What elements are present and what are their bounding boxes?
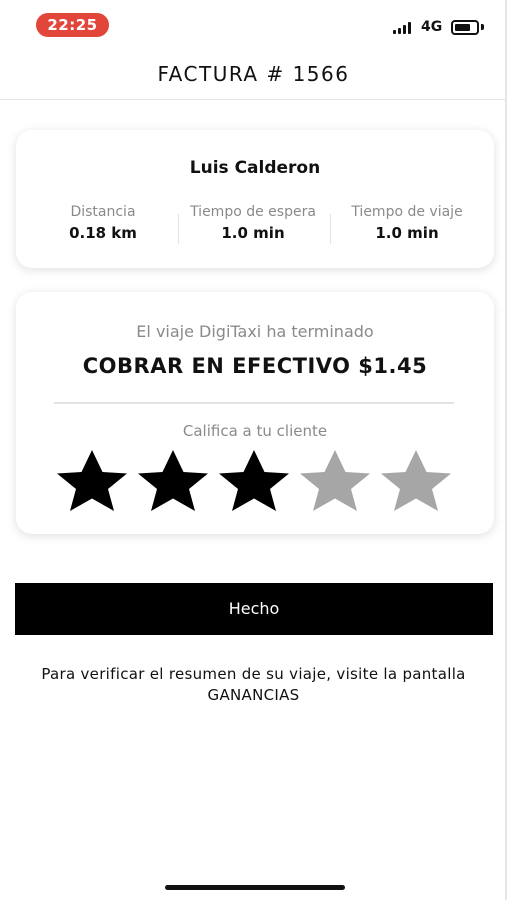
divider (54, 402, 454, 404)
stat-value: 1.0 min (375, 224, 439, 242)
trip-status: El viaje DigiTaxi ha terminado (136, 322, 374, 341)
stat-label: Tiempo de viaje (351, 204, 463, 220)
home-indicator (165, 885, 345, 890)
star-filled-icon[interactable] (133, 448, 213, 512)
stat-wait-time: Tiempo de espera 1.0 min (178, 204, 328, 242)
page-title: FACTURA # 1566 (157, 62, 350, 86)
stat-value: 0.18 km (69, 224, 137, 242)
trip-result-card: El viaje DigiTaxi ha terminado COBRAR EN… (16, 292, 494, 534)
stat-value: 1.0 min (221, 224, 285, 242)
rating-stars[interactable] (52, 448, 458, 514)
footer-note: Para verificar el resumen de su viaje, v… (41, 665, 466, 704)
signal-icon (393, 22, 413, 34)
star-empty-icon[interactable] (295, 448, 375, 512)
stat-label: Tiempo de espera (190, 204, 316, 220)
battery-icon (451, 20, 479, 35)
cash-amount: COBRAR EN EFECTIVO $1.45 (82, 354, 428, 378)
stat-trip-time: Tiempo de viaje 1.0 min (332, 204, 482, 242)
stat-distance: Distancia 0.18 km (28, 204, 178, 242)
star-filled-icon[interactable] (52, 448, 132, 512)
stat-divider (330, 214, 331, 244)
star-filled-icon[interactable] (214, 448, 294, 512)
page-header: FACTURA # 1566 (0, 50, 507, 100)
rider-name: Luis Calderon (189, 158, 321, 178)
status-time: 22:25 (36, 13, 109, 37)
status-bar: 22:25 4G (0, 0, 507, 50)
done-button[interactable]: Hecho (15, 583, 493, 635)
screen: 22:25 4G FACTURA # 1566 Luis Calderon Di… (0, 0, 507, 900)
star-empty-icon[interactable] (376, 448, 456, 512)
network-type: 4G (421, 19, 443, 35)
stat-label: Distancia (70, 204, 136, 220)
battery-tip (481, 24, 484, 30)
rider-summary-card: Luis Calderon Distancia 0.18 km Tiempo d… (16, 130, 494, 268)
rating-label: Califica a tu cliente (182, 422, 328, 440)
